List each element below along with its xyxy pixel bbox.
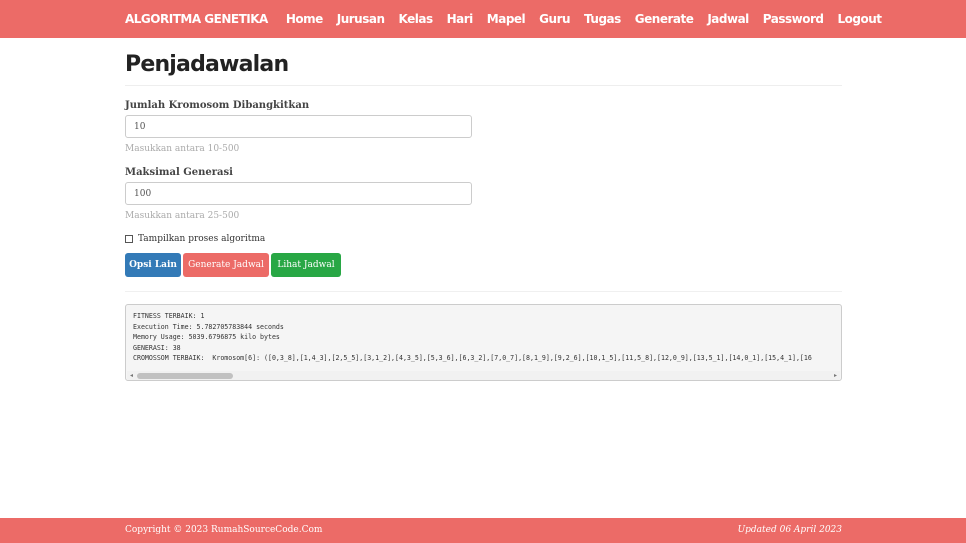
output-fitness: FITNESS TERBAIK: 1 (133, 312, 205, 320)
nav-mapel[interactable]: Mapel (487, 12, 526, 26)
horizontal-scrollbar[interactable]: ◂ ▸ (127, 371, 840, 380)
nav-jurusan[interactable]: Jurusan (337, 12, 385, 26)
algorithm-output: FITNESS TERBAIK: 1 Execution Time: 5.7827… (125, 304, 842, 381)
nav-tugas[interactable]: Tugas (584, 12, 621, 26)
brand-link[interactable]: ALGORITMA GENETIKA (125, 12, 268, 26)
nav-home[interactable]: Home (286, 12, 323, 26)
nav-logout[interactable]: Logout (838, 12, 883, 26)
nav-generate[interactable]: Generate (635, 12, 694, 26)
footer: Copyright © 2023 RumahSourceCode.Com Upd… (0, 518, 966, 543)
output-generasi: GENERASI: 38 (133, 343, 181, 352)
nav-password[interactable]: Password (763, 12, 824, 26)
nav-hari[interactable]: Hari (447, 12, 474, 26)
footer-copyright: Copyright © 2023 RumahSourceCode.Com (125, 525, 323, 535)
output-execution-time: Execution Time: 5.782705783844 seconds (133, 322, 284, 331)
generate-jadwal-button[interactable]: Generate Jadwal (183, 253, 269, 277)
generasi-help: Masukkan antara 25-500 (125, 211, 240, 221)
output-memory-usage: Memory Usage: 5039.6796875 kilo bytes (133, 333, 280, 342)
kromosom-help: Masukkan antara 10-500 (125, 144, 240, 154)
generasi-label: Maksimal Generasi (125, 167, 233, 178)
nav-guru[interactable]: Guru (539, 12, 570, 26)
nav-links: ALGORITMA GENETIKA Home Jurusan Kelas Ha… (125, 0, 896, 38)
footer-updated: Updated 06 April 2023 (737, 525, 842, 535)
lihat-jadwal-button[interactable]: Lihat Jadwal (271, 253, 341, 277)
show-process-row: Tampilkan proses algoritma (125, 234, 265, 244)
output-text: FITNESS TERBAIK: 1 Execution Time: 5.7827… (133, 311, 812, 364)
title-divider (125, 85, 842, 86)
kromosom-input[interactable] (125, 115, 472, 138)
scroll-left-arrow-icon[interactable]: ◂ (127, 371, 136, 380)
kromosom-label: Jumlah Kromosom Dibangkitkan (125, 100, 310, 111)
output-best-chromosome: CROMOSSOM TERBAIK: Kromosom[6]: ([0,3_8]… (133, 354, 812, 363)
scroll-thumb[interactable] (137, 373, 233, 379)
nav-kelas[interactable]: Kelas (399, 12, 434, 26)
section-divider (125, 291, 842, 292)
page-title: Penjadawalan (125, 52, 289, 77)
scroll-right-arrow-icon[interactable]: ▸ (831, 371, 840, 380)
navbar: ALGORITMA GENETIKA Home Jurusan Kelas Ha… (0, 0, 966, 38)
generasi-input[interactable] (125, 182, 472, 205)
nav-jadwal[interactable]: Jadwal (707, 12, 749, 26)
show-process-label[interactable]: Tampilkan proses algoritma (138, 234, 265, 244)
opsi-lain-button[interactable]: Opsi Lain (125, 253, 181, 277)
show-process-checkbox[interactable] (125, 235, 133, 243)
